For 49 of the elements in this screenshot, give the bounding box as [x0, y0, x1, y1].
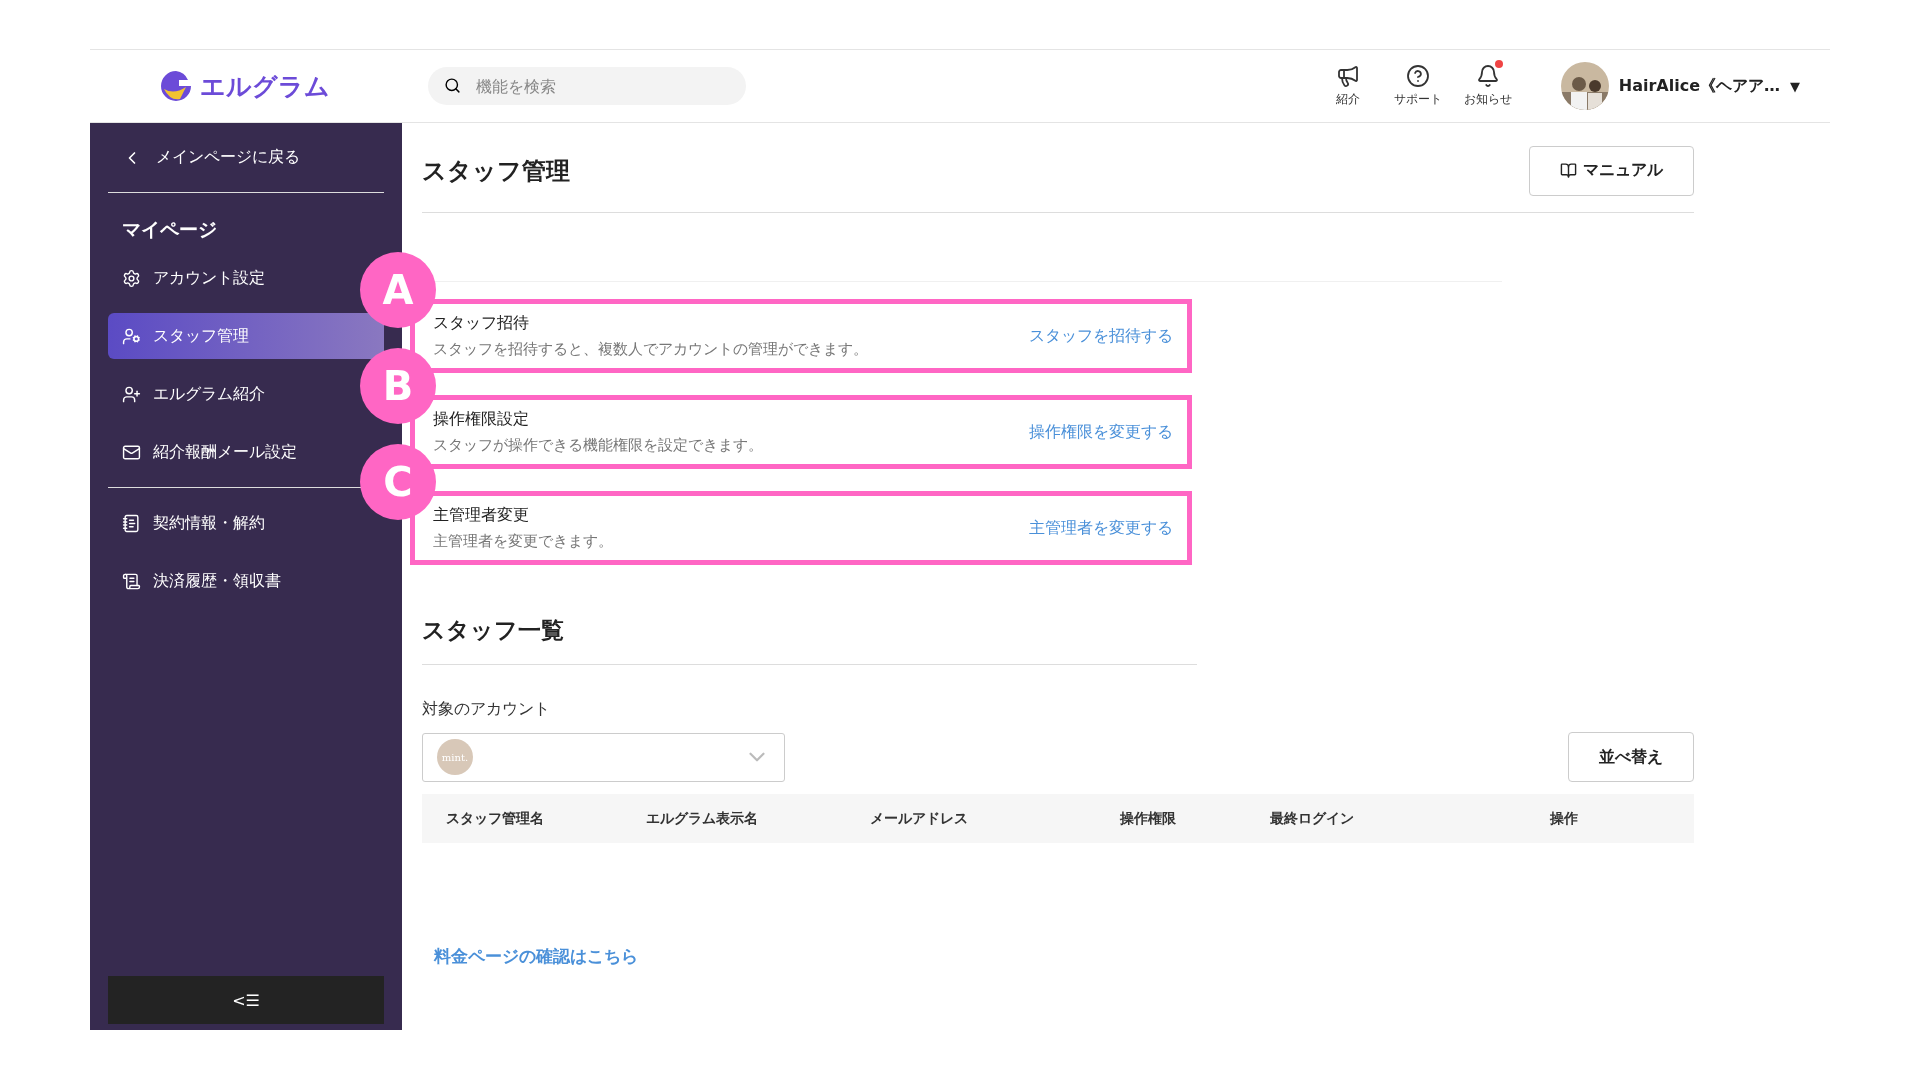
- setting-link[interactable]: スタッフを招待する: [1029, 325, 1173, 347]
- column-header: スタッフ管理名: [445, 809, 545, 828]
- column-header: 操作権限: [1119, 809, 1177, 828]
- logo-text: エルグラム: [200, 70, 330, 103]
- column-header: 操作: [1549, 809, 1579, 828]
- user-gear-icon: [122, 326, 141, 346]
- account-avatar: mint.: [437, 739, 473, 775]
- field-label: 対象のアカウント: [422, 699, 551, 720]
- sort-button[interactable]: 並べ替え: [1568, 732, 1694, 782]
- receipt-icon: [122, 571, 141, 591]
- book-icon: [1560, 162, 1577, 179]
- sidebar-section-title: マイページ: [121, 217, 218, 242]
- column-header: エルグラム表示名: [645, 809, 759, 828]
- page-title: スタッフ管理: [422, 155, 570, 187]
- envelope-icon: [122, 442, 141, 462]
- setting-title: スタッフ招待: [433, 313, 530, 334]
- gear-icon: [122, 268, 141, 288]
- column-header: 最終ログイン: [1269, 809, 1355, 828]
- setting-link[interactable]: 操作権限を変更する: [1029, 421, 1173, 443]
- sidebar-item[interactable]: エルグラム紹介: [108, 371, 275, 417]
- caret-icon: ▼: [1790, 78, 1800, 94]
- help-icon: [1405, 64, 1430, 88]
- setting-description: スタッフが操作できる機能権限を設定できます。: [433, 436, 764, 455]
- sidebar-item[interactable]: スタッフ管理: [108, 313, 384, 359]
- setting-description: 主管理者を変更できます。: [433, 532, 614, 551]
- sidebar-item[interactable]: アカウント設定: [108, 255, 275, 301]
- column-header: メールアドレス: [869, 809, 969, 828]
- search-icon: [444, 77, 461, 94]
- setting-description: スタッフを招待すると、複数人でアカウントの管理ができます。: [433, 340, 869, 359]
- user-plus-icon: [122, 384, 141, 404]
- section-title: スタッフ一覧: [422, 615, 1197, 665]
- back-link[interactable]: メインページに戻る: [108, 123, 384, 193]
- setting-link[interactable]: 主管理者を変更する: [1029, 517, 1173, 539]
- account-menu[interactable]: HairAlice《ヘアア… ▼: [1560, 62, 1800, 110]
- logo-icon: [158, 69, 194, 103]
- header-action[interactable]: お知らせ: [1452, 64, 1523, 108]
- document-icon: [122, 513, 141, 533]
- sidebar-item[interactable]: 決済履歴・領収書: [108, 558, 291, 604]
- search-field[interactable]: 機能を検索: [428, 67, 746, 105]
- user-avatar: [1560, 62, 1609, 110]
- header-action[interactable]: サポート: [1382, 64, 1453, 108]
- bell-icon: [1475, 64, 1500, 88]
- manual-button[interactable]: マニュアル: [1529, 145, 1694, 196]
- sidebar-item[interactable]: 契約情報・解約: [108, 500, 275, 546]
- collapse-button[interactable]: <☰: [108, 976, 384, 1024]
- sidebar-item[interactable]: 紹介報酬メール設定: [108, 429, 307, 475]
- setting-title: 主管理者変更: [433, 505, 530, 526]
- header-action[interactable]: 紹介: [1312, 64, 1383, 108]
- megaphone-icon: [1335, 64, 1360, 88]
